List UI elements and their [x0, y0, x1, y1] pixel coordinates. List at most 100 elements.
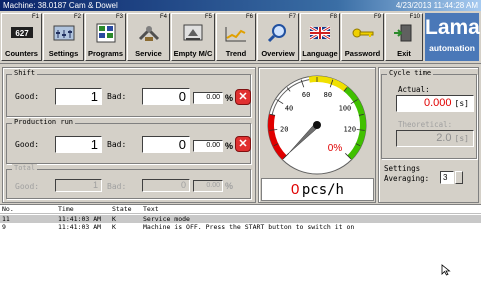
gauge-tick-label: 80 — [324, 91, 332, 99]
production-good-value: 1 — [55, 136, 102, 153]
exit-button[interactable]: F10 Exit — [385, 13, 423, 61]
total-good-label: Good: — [15, 182, 40, 191]
settings-title: Settings — [384, 164, 421, 173]
actual-label: Actual: — [398, 85, 430, 94]
gauge-tick-label: 100 — [339, 104, 352, 112]
reset-shift-button[interactable]: ✕ — [235, 89, 251, 105]
overview-label: Overview — [261, 49, 295, 58]
function-key-label: F7 — [288, 14, 296, 20]
trend-label: Trend — [225, 49, 247, 58]
logo-subtext: automation — [429, 43, 475, 53]
magnifier-icon — [267, 24, 286, 43]
trend-button[interactable]: F6 Trend — [216, 13, 256, 61]
total-bad-value: 0 — [142, 179, 190, 192]
lama-logo: Lama automation — [425, 13, 480, 61]
percent-sign: % — [225, 141, 234, 151]
service-label: Service — [135, 49, 162, 58]
window-title: Machine: 38.0187 Cam & Dowel — [3, 1, 118, 10]
production-bad-label: Bad: — [107, 140, 127, 149]
trend-icon — [225, 27, 246, 42]
window-title-bar: Machine: 38.0187 Cam & Dowel 4/23/2013 1… — [0, 0, 481, 11]
programs-button[interactable]: F3 Programs — [85, 13, 126, 61]
production-good-label: Good: — [15, 140, 40, 149]
gauge-tick-label: 60 — [302, 91, 310, 99]
log-row[interactable]: 11 11:41:03 AM K Service mode — [0, 215, 481, 223]
log-state: K — [112, 215, 116, 223]
programs-label: Programs — [87, 49, 123, 58]
password-button[interactable]: F9 Password — [341, 13, 384, 61]
log-text: Service mode — [143, 215, 190, 223]
service-button[interactable]: F4 Service — [127, 13, 170, 61]
reset-production-run-button[interactable]: ✕ — [235, 136, 251, 152]
actual-cycle-value: 0.000 — [423, 97, 452, 109]
counters-panel: Shift Good: 1 Bad: 0 0.00 % ✕ Production… — [2, 67, 256, 203]
col-text-header[interactable]: Text — [143, 205, 159, 214]
gauge-tick-label: 40 — [285, 104, 293, 112]
counters-button[interactable]: F1 627 Counters — [1, 13, 42, 61]
total-good-value: 1 — [55, 179, 102, 192]
cycle-time-title: Cycle time — [387, 69, 434, 77]
function-key-label: F9 — [373, 14, 381, 20]
percent-sign: % — [225, 181, 234, 191]
averaging-input[interactable]: 3 — [440, 171, 454, 184]
actual-unit: [s] — [454, 99, 469, 108]
col-no-header[interactable]: No. — [2, 205, 14, 214]
actual-cycle-box: 0.000 [s] — [396, 95, 474, 112]
shift-group: Shift Good: 1 Bad: 0 0.00 % ✕ — [6, 69, 251, 117]
settings-button[interactable]: F2 Settings — [43, 13, 84, 61]
shift-title: Shift — [12, 69, 38, 77]
gauge-panel: 20 40 60 80 100 120 0% 0 pcs/h — [258, 67, 376, 203]
shift-good-label: Good: — [15, 92, 40, 101]
settings-icon — [53, 25, 74, 41]
exit-label: Exit — [397, 49, 411, 58]
overview-button[interactable]: F7 Overview — [257, 13, 299, 61]
svg-text:627: 627 — [15, 29, 29, 38]
log-no: 9 — [2, 223, 6, 231]
empty-machine-icon — [183, 24, 203, 41]
gauge-tick-label: 120 — [343, 126, 356, 134]
empty-machine-label: Empty M/C — [173, 49, 213, 58]
function-key-label: F10 — [409, 14, 420, 20]
gauge-tick-label: 20 — [280, 126, 288, 134]
averaging-spinner[interactable] — [455, 171, 463, 184]
log-time: 11:41:03 AM — [58, 215, 102, 223]
rate-display: 0 pcs/h — [261, 178, 374, 201]
shift-bad-percent: 0.00 — [193, 92, 223, 104]
total-bad-label: Bad: — [107, 182, 127, 191]
key-icon — [352, 28, 373, 38]
service-icon — [138, 26, 159, 41]
log-no: 11 — [2, 215, 10, 223]
toolbar: F1 627 Counters F2 Settings F3 Programs … — [0, 11, 481, 64]
language-button[interactable]: F8 Language — [300, 13, 340, 61]
shift-bad-value: 0 — [142, 88, 190, 105]
mouse-cursor-icon — [441, 264, 451, 276]
production-run-title: Production run — [12, 118, 76, 126]
rate-unit: pcs/h — [301, 182, 344, 198]
log-text: Machine is OFF. Press the START button t… — [143, 223, 355, 231]
cycle-time-group: Cycle time Actual: 0.000 [s] Theoretical… — [381, 69, 477, 159]
speed-gauge: 20 40 60 80 100 120 0% — [267, 75, 367, 175]
empty-machine-button[interactable]: F5 Empty M/C — [171, 13, 215, 61]
log-row[interactable]: 9 11:41:03 AM K Machine is OFF. Press th… — [0, 223, 481, 231]
rate-value: 0 — [290, 181, 300, 198]
counters-label: Counters — [5, 49, 38, 58]
gauge-percent: 0% — [328, 143, 343, 154]
log-time: 11:41:03 AM — [58, 223, 102, 231]
shift-bad-label: Bad: — [107, 92, 127, 101]
function-key-label: F5 — [204, 14, 212, 20]
col-state-header[interactable]: State — [112, 205, 132, 214]
settings-label: Settings — [48, 49, 79, 58]
exit-door-icon — [394, 24, 412, 42]
averaging-label: Averaging: — [384, 174, 430, 183]
theoretical-unit: [s] — [454, 134, 469, 143]
theoretical-label: Theoretical: — [398, 120, 453, 129]
total-bad-percent: 0.00 — [193, 180, 223, 192]
logo-text: Lama — [425, 16, 480, 39]
col-time-header[interactable]: Time — [58, 205, 74, 214]
event-log: No. Time State Text 11 11:41:03 AM K Ser… — [0, 204, 481, 297]
shift-good-value: 1 — [55, 88, 102, 105]
theoretical-cycle-value: 2.0 — [436, 132, 452, 144]
total-title: Total — [12, 164, 38, 172]
function-key-label: F2 — [73, 14, 81, 20]
uk-flag-icon — [309, 25, 331, 41]
